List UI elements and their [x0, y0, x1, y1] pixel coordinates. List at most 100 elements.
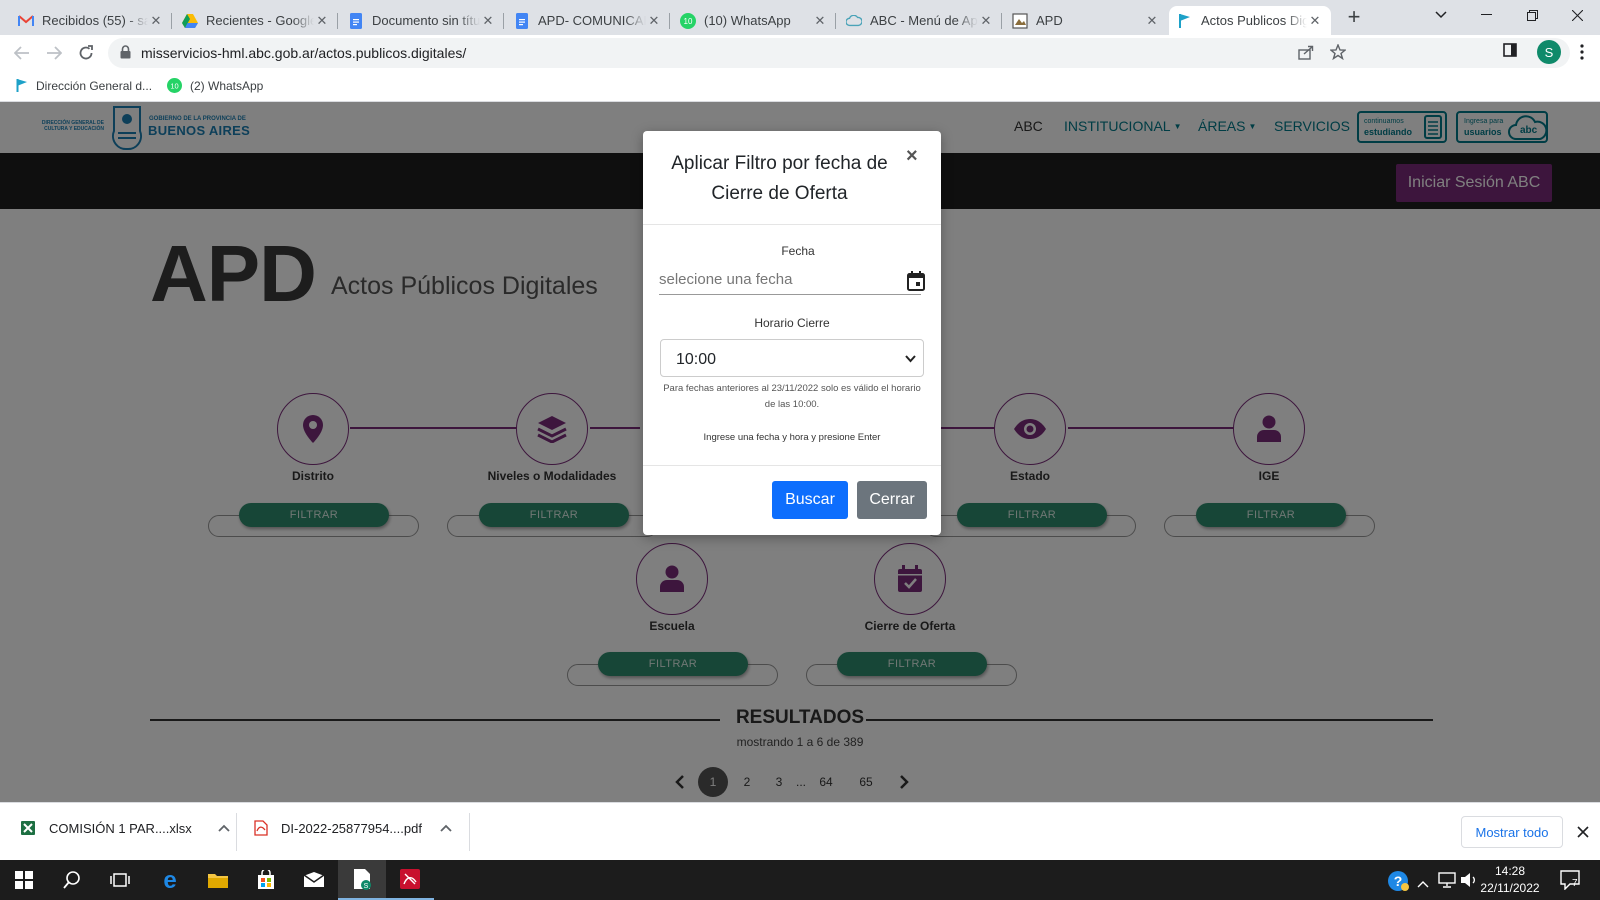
tab-title: Recientes - Google — [206, 13, 314, 28]
abc-icon — [16, 78, 28, 93]
time-label: Horario Cierre — [754, 316, 830, 330]
restore-button[interactable] — [1509, 0, 1555, 30]
modal-header-divider — [643, 224, 941, 225]
mail-icon[interactable] — [290, 860, 338, 900]
tab-actos-publicos[interactable]: Actos Publicos Dig ✕ — [1169, 6, 1331, 35]
notification-count: 7 — [1572, 878, 1578, 889]
svg-text:e: e — [163, 869, 176, 891]
chevron-up-icon[interactable] — [440, 824, 452, 832]
search-button[interactable]: Buscar — [772, 481, 848, 519]
close-icon[interactable]: ✕ — [1144, 13, 1160, 29]
close-button[interactable]: Cerrar — [857, 481, 927, 519]
url-text: misservicios-hml.abc.gob.ar/actos.public… — [141, 45, 467, 61]
time-selected-value: 10:00 — [676, 351, 717, 368]
bookmark-whatsapp[interactable]: 10 (2) WhatsApp — [167, 78, 263, 93]
edge-browser-icon[interactable]: e — [146, 860, 194, 900]
enter-hint-text: Ingrese una fecha y hora y presione Ente… — [703, 432, 881, 443]
modal-title: Aplicar Filtro por fecha de Cierre de Of… — [671, 153, 888, 204]
tab-title: ABC - Menú de Ap — [870, 13, 978, 28]
download-item-xlsx[interactable]: COMISIÓN 1 PAR....xlsx — [20, 820, 230, 836]
tab-abc-menu[interactable]: ABC - Menú de Ap ✕ — [838, 6, 1002, 35]
chrome-taskbar-icon[interactable]: S — [338, 860, 386, 900]
show-all-downloads-button[interactable]: Mostrar todo — [1461, 816, 1563, 848]
whatsapp-icon: 10 — [680, 12, 696, 29]
download-bar: COMISIÓN 1 PAR....xlsx DI-2022-25877954.… — [0, 802, 1600, 860]
tab-apd-doc[interactable]: APD- COMUNICAD ✕ — [506, 6, 670, 35]
file-explorer-icon[interactable] — [194, 860, 242, 900]
task-view-icon[interactable] — [96, 860, 144, 900]
tab-title: (10) WhatsApp — [704, 13, 791, 28]
minimize-button[interactable] — [1463, 0, 1509, 30]
chevron-down-icon — [905, 355, 916, 363]
search-icon[interactable] — [48, 860, 96, 900]
tab-title: Actos Publicos Dig — [1201, 13, 1307, 28]
modal-close-icon[interactable]: × — [906, 145, 918, 168]
time-select[interactable]: 10:00 — [660, 339, 924, 377]
close-icon[interactable]: ✕ — [148, 13, 164, 29]
tab-doc[interactable]: Documento sin títu ✕ — [340, 6, 504, 35]
bookmark-star-icon[interactable] — [1329, 43, 1347, 63]
bookmark-direccion-general[interactable]: Dirección General d... — [16, 78, 152, 93]
bookmarks-bar: Dirección General d... 10 (2) WhatsApp — [0, 71, 1600, 102]
image-icon — [1012, 12, 1028, 29]
close-icon[interactable]: ✕ — [646, 13, 662, 29]
close-download-bar-icon[interactable] — [1577, 826, 1589, 838]
close-icon[interactable]: ✕ — [1307, 13, 1323, 29]
abc-icon — [1177, 13, 1193, 29]
download-item-pdf[interactable]: DI-2022-25877954....pdf — [254, 820, 452, 836]
browser-tab-strip: Recibidos (55) - sar ✕ Recientes - Googl… — [0, 0, 1600, 35]
whatsapp-icon: 10 — [167, 78, 182, 93]
tab-title: Documento sin títu — [372, 13, 480, 28]
divider — [236, 813, 237, 851]
excel-icon — [21, 821, 35, 835]
modal-footer-divider — [643, 465, 941, 466]
system-clock[interactable]: 14:28 22/11/2022 — [1470, 863, 1550, 897]
acrobat-icon[interactable] — [386, 860, 434, 900]
tab-search-chevron-icon[interactable] — [1418, 0, 1464, 30]
notifications-icon[interactable]: 7 — [1560, 870, 1582, 893]
close-window-button[interactable] — [1554, 0, 1600, 30]
lock-icon[interactable] — [120, 45, 131, 62]
date-label: Fecha — [781, 244, 815, 258]
date-hint-text: Para fechas anteriores al 23/11/2022 sol… — [663, 383, 921, 410]
date-filter-modal: Aplicar Filtro por fecha de Cierre de Of… — [643, 131, 941, 535]
bookmark-label: (2) WhatsApp — [190, 78, 264, 93]
date-input[interactable]: selecione una fecha — [659, 271, 925, 295]
more-menu-icon[interactable] — [1580, 44, 1584, 64]
clock-time: 14:28 — [1494, 864, 1526, 878]
share-icon[interactable] — [1298, 45, 1314, 63]
close-icon[interactable]: ✕ — [812, 13, 828, 29]
svg-text:10: 10 — [170, 81, 178, 90]
tab-gmail[interactable]: Recibidos (55) - sar ✕ — [10, 6, 172, 35]
close-icon[interactable]: ✕ — [314, 13, 330, 29]
back-button[interactable] — [8, 39, 36, 67]
svg-text:10: 10 — [684, 17, 693, 26]
cloud-icon — [846, 13, 862, 29]
new-tab-button[interactable]: + — [1342, 6, 1366, 30]
close-icon[interactable]: ✕ — [978, 13, 994, 29]
help-icon[interactable]: ? — [1387, 870, 1409, 895]
reload-button[interactable] — [72, 39, 100, 67]
close-icon[interactable]: ✕ — [480, 13, 496, 29]
docs-icon — [348, 12, 364, 29]
tab-title: Recibidos (55) - sar — [42, 13, 148, 28]
network-icon[interactable] — [1438, 872, 1456, 891]
profile-avatar[interactable]: S — [1537, 40, 1561, 64]
address-bar[interactable]: misservicios-hml.abc.gob.ar/actos.public… — [108, 38, 1570, 68]
store-icon[interactable] — [242, 860, 290, 900]
calendar-icon[interactable] — [907, 271, 925, 291]
side-panel-icon[interactable] — [1503, 43, 1517, 61]
download-filename: DI-2022-25877954....pdf — [281, 820, 422, 836]
chevron-up-icon[interactable] — [218, 824, 230, 832]
tab-apd[interactable]: APD ✕ — [1004, 6, 1168, 35]
tab-whatsapp[interactable]: 10 (10) WhatsApp ✕ — [672, 6, 836, 35]
gmail-icon — [18, 13, 34, 29]
forward-button[interactable] — [40, 39, 68, 67]
date-placeholder: selecione una fecha — [659, 271, 793, 288]
tab-drive[interactable]: Recientes - Google ✕ — [174, 6, 338, 35]
chevron-up-icon[interactable] — [1417, 876, 1429, 891]
svg-text:S: S — [364, 883, 369, 890]
windows-taskbar: e S ? 14:28 22/11/2022 7 — [0, 860, 1600, 900]
windows-start-icon[interactable] — [0, 860, 48, 900]
divider — [469, 813, 470, 851]
